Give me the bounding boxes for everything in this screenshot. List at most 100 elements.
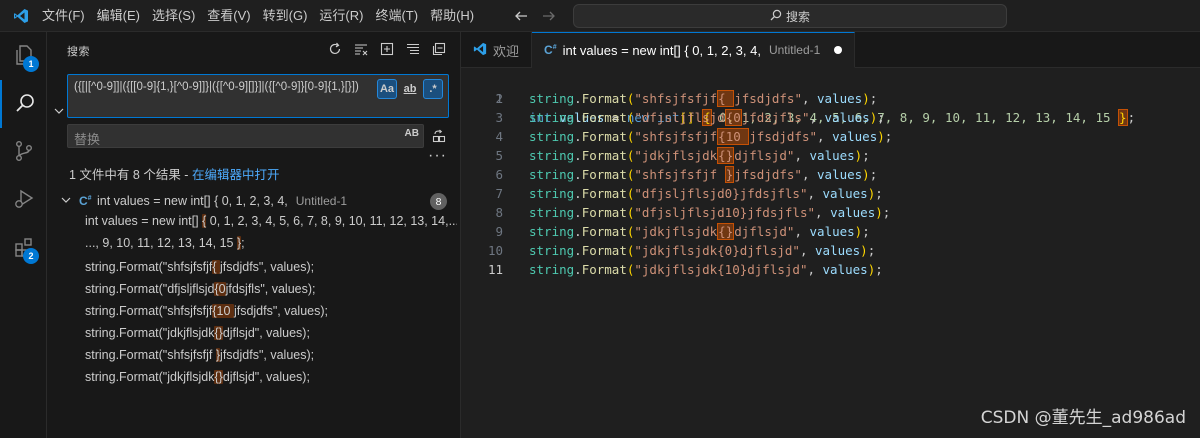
search-view-button[interactable] (0, 80, 47, 128)
tab-label: int values = new int[] { 0, 1, 2, 3, 4, (562, 42, 761, 58)
csharp-file-icon: C# (79, 194, 92, 208)
explorer-button[interactable]: 1 (0, 32, 47, 80)
forward-arrow-icon[interactable] (540, 7, 558, 25)
code-line[interactable]: 5 string.Format("jdkjflsjdk{}djflsjd", va… (461, 146, 1200, 165)
line-number: 7 (495, 186, 503, 201)
editor-area: 欢迎 C# int values = new int[] { 0, 1, 2, … (461, 32, 1200, 438)
code-line[interactable]: 6 string.Format("shfsjfsfjf }jfsdjdfs", v… (461, 165, 1200, 184)
match-case-toggle[interactable]: Aa (377, 79, 397, 99)
code-line[interactable]: 4 string.Format("shfsjfsfjf{10 jfsdjdfs",… (461, 127, 1200, 146)
extensions-button[interactable]: 2 (0, 224, 47, 272)
replace-all-icon[interactable] (431, 128, 447, 144)
menu-help[interactable]: 帮助(H) (424, 0, 480, 32)
match-line[interactable]: int values = new int[] { 0, 1, 2, 3, 4, … (85, 214, 457, 228)
run-debug-button[interactable] (0, 176, 47, 224)
match-text: string.Format("jdkjflsjdk (85, 326, 215, 340)
vscode-logo-icon (6, 0, 36, 32)
activity-bar: 1 2 (0, 32, 47, 438)
menu-run[interactable]: 运行(R) (313, 0, 369, 32)
command-center-label: 搜索 (785, 9, 810, 24)
toggle-replace-chevron-icon[interactable] (52, 104, 66, 118)
match-line[interactable]: string.Format("shfsjfsfjf{10 jfsdjdfs", … (85, 304, 457, 318)
source-control-icon (12, 139, 36, 166)
result-file-path: Untitled-1 (295, 194, 348, 208)
results-count-text: 1 文件中有 8 个结果 - (69, 168, 192, 182)
whole-word-toggle[interactable]: ab (400, 79, 420, 99)
match-text: 0, 1, 2, 3, 4, 5, 6, 7, 8, 9, 10, 11, 12… (206, 214, 457, 228)
search-icon (13, 91, 37, 118)
match-text: djflsjd", values); (222, 370, 310, 384)
menu-view[interactable]: 查看(V) (201, 0, 256, 32)
more-options-icon[interactable]: ··· (428, 147, 447, 165)
match-highlight: { (717, 90, 735, 107)
editor-tabs: 欢迎 C# int values = new int[] { 0, 1, 2, … (461, 32, 1200, 68)
code-line[interactable]: 1 int values = new int[] { 0, 1, 2, 3, 4… (461, 70, 1200, 126)
match-text: djflsjd", values); (222, 326, 310, 340)
view-as-tree-icon[interactable] (404, 40, 422, 58)
open-in-editor-link[interactable]: 在编辑器中打开 (192, 168, 280, 182)
match-text: jfsdjdfs", values); (220, 348, 315, 362)
clear-results-icon[interactable] (352, 40, 370, 58)
match-line[interactable]: string.Format("shfsjfsfjf{ jfsdjdfs", va… (85, 260, 457, 274)
line-number: 2 (495, 91, 503, 106)
source-control-button[interactable] (0, 128, 47, 176)
match-text: ..., 9, 10, 11, 12, 13, 14, 15 (85, 236, 237, 250)
explorer-badge: 1 (23, 56, 39, 72)
menu-file[interactable]: 文件(F) (36, 0, 91, 32)
menu-terminal[interactable]: 终端(T) (369, 0, 424, 32)
match-line[interactable]: string.Format("jdkjflsjdk{}djflsjd", val… (85, 370, 457, 384)
menu-selection[interactable]: 选择(S) (146, 0, 201, 32)
command-center-search[interactable]: 搜索 (573, 4, 1007, 28)
code-line[interactable]: 3 string.Format("dfjsljflsjd{0jfdsjfls", … (461, 108, 1200, 127)
match-highlight: {} (717, 223, 735, 240)
title-bar: 文件(F) 编辑(E) 选择(S) 查看(V) 转到(G) 运行(R) 终端(T… (0, 0, 1200, 32)
unsaved-dot-icon[interactable] (834, 46, 843, 54)
collapse-all-icon[interactable] (430, 40, 448, 58)
line-number: 8 (495, 205, 503, 220)
match-text: string.Format("shfsjfsfjf (85, 304, 213, 318)
search-query-text[interactable]: ({[|[^0-9]]|({[[0-9]{1,}[^0-9]]}|({[^0-9… (74, 79, 369, 96)
back-arrow-icon[interactable] (512, 7, 530, 25)
line-number: 4 (495, 129, 503, 144)
match-line[interactable]: string.Format("shfsjfsfjf }jfsdjdfs", va… (85, 348, 457, 362)
line-number: 11 (487, 262, 503, 277)
regex-toggle[interactable]: .* (423, 79, 443, 99)
match-highlight: {} (717, 147, 735, 164)
menu-go[interactable]: 转到(G) (257, 0, 314, 32)
result-file-row[interactable]: C# int values = new int[] { 0, 1, 2, 3, … (47, 190, 460, 212)
refresh-icon[interactable] (326, 40, 344, 58)
tab-welcome[interactable]: 欢迎 (461, 32, 533, 68)
run-debug-icon (12, 187, 36, 214)
match-highlight: {} (214, 326, 223, 340)
match-line[interactable]: string.Format("dfjsljflsjd{0jfdsjfls", v… (85, 282, 457, 296)
search-sidebar: 搜索 ({[|[^0-9]]|({[[0-9]{1,}[^0-9]]}|({[^… (47, 32, 461, 438)
match-text: ; (241, 236, 245, 250)
match-highlight: {10 (717, 128, 750, 145)
chevron-down-icon[interactable] (61, 194, 73, 208)
line-number: 9 (495, 224, 503, 239)
replace-placeholder: 替换 (74, 132, 101, 147)
match-text: string.Format("jdkjflsjdk (85, 370, 215, 384)
navigation-arrows (512, 0, 558, 32)
replace-input[interactable]: 替换 AB (67, 124, 424, 148)
preserve-case-toggle[interactable]: AB (405, 128, 419, 139)
code-line[interactable]: 2 string.Format("shfsjfsfjf{ jfsdjdfs", v… (461, 89, 1200, 108)
new-search-editor-icon[interactable] (378, 40, 396, 58)
match-line[interactable]: string.Format("jdkjflsjdk{}djflsjd", val… (85, 326, 457, 340)
extensions-badge: 2 (23, 248, 39, 264)
tab-untitled-1[interactable]: C# int values = new int[] { 0, 1, 2, 3, … (532, 32, 856, 68)
search-input[interactable]: ({[|[^0-9]]|({[[0-9]{1,}[^0-9]]}|({[^0-9… (67, 74, 449, 118)
csharp-file-icon: C# (544, 43, 557, 57)
match-highlight: } (724, 166, 735, 183)
tab-description: Untitled-1 (768, 43, 821, 57)
code-line[interactable]: 10 string.Format("jdkjflsjdk{0}djflsjd", … (461, 241, 1200, 260)
match-highlight: {0 (724, 109, 742, 126)
menu-edit[interactable]: 编辑(E) (91, 0, 146, 32)
watermark: CSDN @董先生_ad986ad (980, 408, 1186, 428)
match-line[interactable]: ..., 9, 10, 11, 12, 13, 14, 15 }; (85, 236, 457, 250)
code-line[interactable]: 11 string.Format("jdkjflsjdk{10}djflsjd",… (461, 260, 1200, 279)
code-line[interactable]: 9 string.Format("jdkjflsjdk{}djflsjd", va… (461, 222, 1200, 241)
code-line[interactable]: 7 string.Format("dfjsljflsjd0}jfdsjfls", … (461, 184, 1200, 203)
result-file-name: int values = new int[] { 0, 1, 2, 3, 4, (97, 194, 288, 208)
code-line[interactable]: 8 string.Format("dfjsljflsjd10}jfdsjfls",… (461, 203, 1200, 222)
